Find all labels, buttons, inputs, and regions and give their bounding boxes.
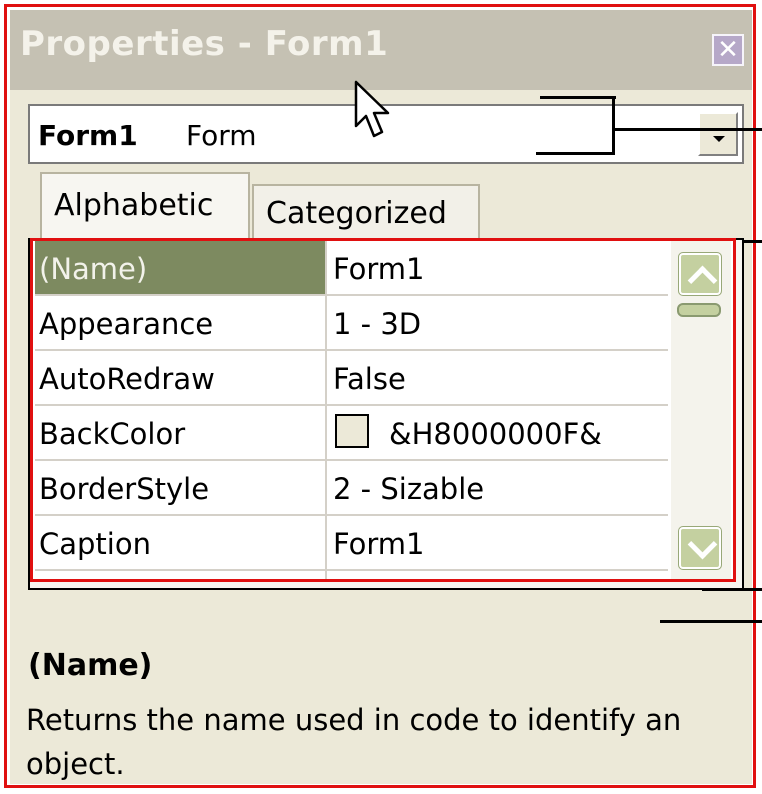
property-name-cell[interactable]: AutoRedraw bbox=[35, 351, 327, 404]
close-button[interactable]: ✕ bbox=[712, 34, 744, 66]
annotation-line bbox=[540, 96, 616, 99]
property-name: BackColor bbox=[39, 417, 186, 451]
tab-alphabetic-label: Alphabetic bbox=[54, 188, 214, 223]
property-name-cell[interactable]: Caption bbox=[35, 516, 327, 569]
property-value: Form1 bbox=[333, 527, 425, 561]
property-value: 2 - Sizable bbox=[333, 472, 485, 506]
property-value: &H8000000F& bbox=[389, 417, 602, 451]
object-name: Form1 bbox=[38, 119, 138, 152]
annotation-line bbox=[536, 152, 614, 155]
property-name: AutoRedraw bbox=[39, 362, 215, 396]
dropdown-arrow-icon bbox=[713, 136, 725, 142]
property-name-cell[interactable] bbox=[35, 571, 327, 579]
property-value-cell[interactable]: &H8000000F& bbox=[329, 406, 668, 459]
vertical-scrollbar[interactable] bbox=[671, 241, 731, 579]
property-row-partial[interactable] bbox=[35, 571, 668, 579]
color-swatch bbox=[335, 414, 369, 448]
annotation-line bbox=[612, 96, 615, 155]
scroll-thumb[interactable] bbox=[677, 303, 721, 317]
object-selector-dropdown-button[interactable] bbox=[698, 112, 738, 156]
property-name-cell[interactable]: (Name) bbox=[35, 241, 327, 294]
object-type: Form bbox=[186, 119, 257, 152]
mouse-cursor-icon bbox=[354, 80, 390, 138]
property-name-cell[interactable]: BorderStyle bbox=[35, 461, 327, 514]
tab-alphabetic[interactable]: Alphabetic bbox=[40, 172, 250, 242]
property-grid: (Name) Form1 Appearance 1 - 3D AutoRedra… bbox=[30, 238, 736, 582]
property-row-autoredraw[interactable]: AutoRedraw False bbox=[35, 351, 668, 406]
property-value: 1 - 3D bbox=[333, 307, 422, 341]
property-row-caption[interactable]: Caption Form1 bbox=[35, 516, 668, 571]
property-row-appearance[interactable]: Appearance 1 - 3D bbox=[35, 296, 668, 351]
property-name: Appearance bbox=[39, 307, 214, 341]
property-row-borderstyle[interactable]: BorderStyle 2 - Sizable bbox=[35, 461, 668, 516]
property-name: (Name) bbox=[39, 252, 148, 286]
description-title: (Name) bbox=[28, 648, 153, 683]
property-value-cell[interactable]: 2 - Sizable bbox=[329, 461, 668, 514]
property-name-cell[interactable]: BackColor bbox=[35, 406, 327, 459]
scroll-down-button[interactable] bbox=[678, 526, 722, 570]
scroll-up-button[interactable] bbox=[678, 252, 722, 296]
property-row-backcolor[interactable]: BackColor &H8000000F& bbox=[35, 406, 668, 461]
scroll-up-icon bbox=[687, 265, 718, 296]
property-value-cell[interactable]: Form1 bbox=[329, 241, 668, 294]
tab-categorized-label: Categorized bbox=[266, 196, 447, 231]
property-name-cell[interactable]: Appearance bbox=[35, 296, 327, 349]
annotation-line bbox=[615, 128, 762, 131]
property-value-cell[interactable]: False bbox=[329, 351, 668, 404]
property-value: Form1 bbox=[333, 252, 425, 286]
close-icon: ✕ bbox=[717, 35, 739, 65]
property-value-cell[interactable] bbox=[329, 571, 668, 579]
property-row-name[interactable]: (Name) Form1 bbox=[35, 241, 668, 296]
property-name: Caption bbox=[39, 527, 151, 561]
scroll-down-icon bbox=[687, 529, 718, 560]
property-value-cell[interactable]: Form1 bbox=[329, 516, 668, 569]
property-value: False bbox=[333, 362, 406, 396]
tab-categorized[interactable]: Categorized bbox=[252, 184, 480, 240]
description-text: Returns the name used in code to identif… bbox=[26, 703, 682, 781]
title-bar[interactable]: Properties - Form1 ✕ bbox=[10, 10, 752, 90]
window-title: Properties - Form1 bbox=[20, 24, 389, 64]
property-value-cell[interactable]: 1 - 3D bbox=[329, 296, 668, 349]
property-name: BorderStyle bbox=[39, 472, 210, 506]
annotation-line bbox=[660, 620, 762, 623]
